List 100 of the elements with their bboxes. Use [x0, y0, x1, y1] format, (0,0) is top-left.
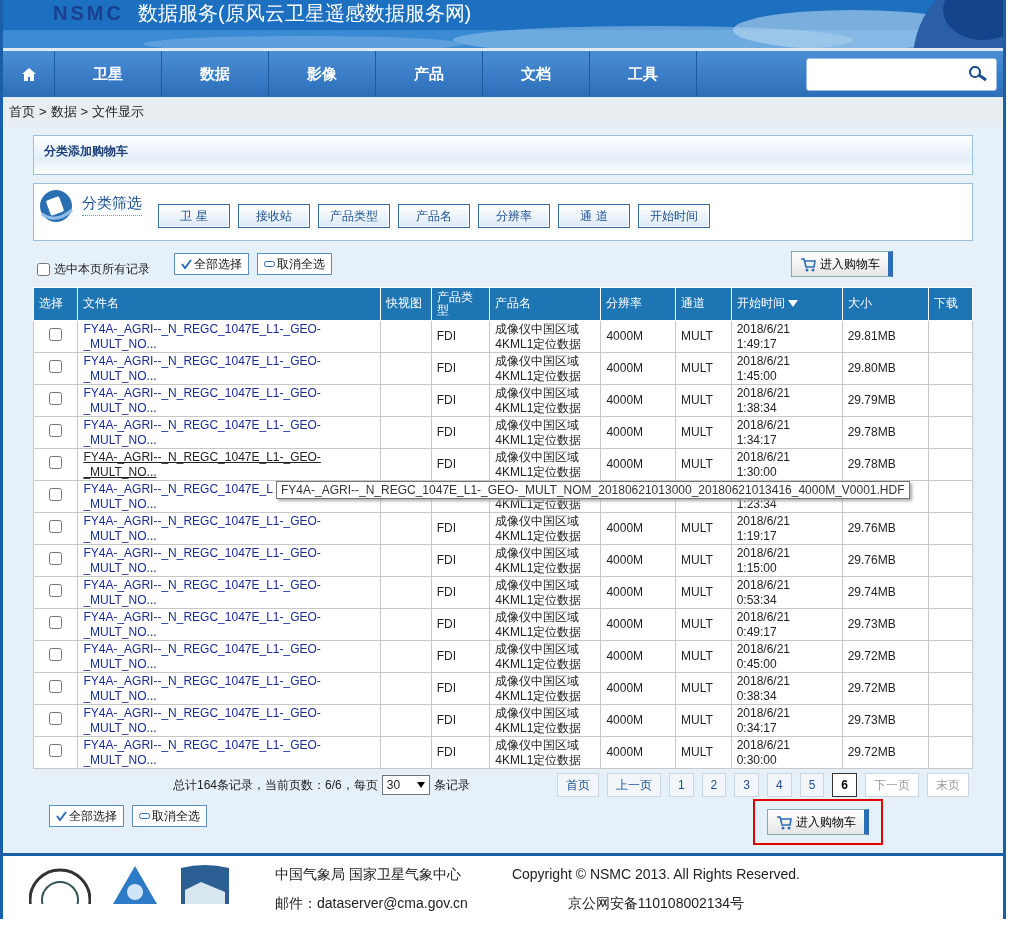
breadcrumb-separator: > [80, 103, 89, 122]
table-cell: MULT [681, 745, 713, 760]
filter-button[interactable]: 接收站 [238, 204, 310, 228]
page-button[interactable]: 上一页 [606, 773, 661, 797]
table-cell: MULT [681, 361, 713, 376]
table-cell: 2018/6/21 1:49:17 [736, 322, 790, 351]
table-cell: 29.73MB [847, 617, 896, 632]
page-button[interactable]: 3 [734, 773, 759, 797]
search-icon[interactable] [968, 66, 988, 82]
deselect-all-button[interactable]: 取消全选 [257, 253, 332, 275]
cart-button[interactable]: 进入购物车 [791, 251, 893, 277]
search-field[interactable] [806, 57, 997, 91]
table-cell: 29.72MB [847, 745, 896, 760]
page-button[interactable]: 1 [668, 773, 694, 797]
table-cell: 2018/6/21 0:34:17 [736, 706, 790, 735]
filter-button[interactable]: 卫 星 [158, 204, 230, 228]
breadcrumb-separator: > [39, 103, 47, 122]
table-cell: FDI [436, 745, 457, 760]
page-button[interactable]: 6 [832, 773, 857, 797]
table-cell: 4000M [606, 521, 644, 536]
filter-button[interactable]: 分辨率 [478, 204, 550, 228]
table-cell: MULT [681, 713, 713, 728]
breadcrumb-link[interactable]: 首页 [9, 102, 35, 122]
page-button[interactable]: 5 [799, 773, 825, 797]
row-checkbox[interactable] [49, 392, 63, 406]
deselect-all-button[interactable]: 取消全选 [132, 805, 207, 827]
table-cell: FDI [436, 361, 457, 376]
table-cell: 4000M [606, 329, 644, 344]
table-cell: FDI [436, 457, 457, 472]
row-checkbox[interactable] [49, 744, 63, 758]
table-cell: 2018/6/21 1:38:34 [736, 386, 790, 415]
copyright-text: Copyright © NSMC 2013. All Rights Reserved. [511, 865, 800, 884]
table-cell: MULT [681, 617, 713, 632]
select-all-button[interactable]: 全部选择 [49, 805, 124, 827]
checkbox[interactable] [37, 262, 50, 276]
table-cell: 29.72MB [847, 681, 896, 696]
filter-button[interactable]: 产品类型 [318, 204, 390, 228]
table-cell: 2018/6/21 0:38:34 [736, 674, 790, 703]
column-header: 开始时间 [736, 296, 785, 311]
organization-text: 中国气象局 国家卫星气象中心 [275, 865, 462, 884]
row-checkbox[interactable] [49, 424, 63, 438]
row-checkbox[interactable] [49, 488, 63, 502]
breadcrumb-link[interactable]: 数据 [50, 102, 77, 122]
summary-text: 条记录 [433, 777, 470, 794]
table-cell: FDI [436, 681, 457, 696]
row-checkbox[interactable] [49, 712, 63, 726]
filter-button[interactable]: 开始时间 [638, 204, 710, 228]
select-all-button[interactable]: 全部选择 [174, 253, 249, 275]
row-checkbox[interactable] [49, 648, 63, 662]
column-header: 分辨率 [600, 287, 676, 321]
row-checkbox[interactable] [49, 456, 63, 470]
per-page-select[interactable]: 30 [381, 775, 430, 795]
column-header: 通道 [675, 287, 732, 321]
table-cell: MULT [681, 329, 713, 344]
column-header: 产品类型 [431, 287, 490, 321]
row-checkbox[interactable] [49, 680, 63, 694]
table-cell: MULT [681, 681, 713, 696]
page-button[interactable]: 首页 [556, 773, 599, 797]
page-button[interactable]: 4 [766, 773, 792, 797]
filter-button[interactable]: 通 道 [558, 204, 630, 228]
summary-text: 总计164条记录，当前页数：6/6，每页 [173, 777, 378, 794]
table-cell: 2018/6/21 1:34:17 [736, 418, 790, 447]
check-icon [181, 259, 192, 269]
table-cell: MULT [681, 425, 713, 440]
row-checkbox[interactable] [49, 584, 63, 598]
page-button[interactable]: 2 [701, 773, 727, 797]
home-icon[interactable] [21, 67, 36, 81]
row-checkbox[interactable] [49, 616, 63, 630]
email-text: 邮件：dataserver@cma.gov.cn [275, 894, 468, 913]
table-cell: 4000M [606, 425, 644, 440]
table-cell: 29.73MB [847, 713, 896, 728]
column-header: 选择 [33, 287, 78, 321]
table-cell: 4000M [606, 585, 644, 600]
column-header: 快视图 [380, 287, 432, 321]
table-cell: 29.81MB [847, 329, 896, 344]
row-checkbox[interactable] [49, 328, 63, 342]
sort-down-icon[interactable] [787, 300, 798, 309]
table-cell: MULT [681, 521, 713, 536]
table-cell: FDI [436, 617, 457, 632]
filter-title: 分类筛选 [82, 192, 142, 216]
table-cell: 成像仪中国区域 4KML1定位数据 [495, 706, 582, 735]
shield-logo-icon [179, 864, 231, 904]
table-cell: MULT [681, 553, 713, 568]
table-cell: MULT [681, 457, 713, 472]
table-cell: FDI [436, 713, 457, 728]
table-cell: 2018/6/21 0:53:34 [736, 578, 790, 607]
row-checkbox[interactable] [49, 552, 63, 566]
table-cell: 成像仪中国区域 4KML1定位数据 [495, 450, 582, 479]
dropdown-caret-icon[interactable] [416, 782, 425, 788]
filter-icon [38, 188, 74, 224]
table-cell: 成像仪中国区域 4KML1定位数据 [495, 386, 582, 415]
table-cell: 4000M [606, 745, 644, 760]
row-checkbox[interactable] [49, 520, 63, 534]
breadcrumb-current: 文件显示 [92, 103, 145, 122]
cart-button[interactable]: 进入购物车 [767, 809, 869, 835]
row-checkbox[interactable] [49, 360, 63, 374]
table-cell: 成像仪中国区域 4KML1定位数据 [495, 610, 582, 639]
table-cell: 成像仪中国区域 4KML1定位数据 [495, 418, 582, 447]
table-cell: 2018/6/21 0:49:17 [736, 610, 790, 639]
filter-button[interactable]: 产品名 [398, 204, 470, 228]
